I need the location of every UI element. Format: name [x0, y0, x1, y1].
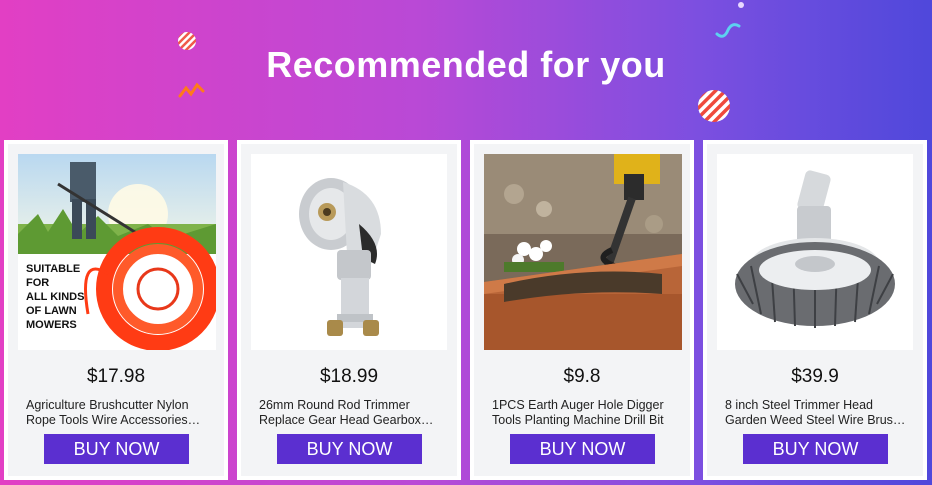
product-card-body: $39.9 8 inch Steel Trimmer Head Garden W… — [707, 144, 923, 476]
product-card[interactable]: $9.8 1PCS Earth Auger Hole Digger Tools … — [470, 140, 694, 480]
product-title[interactable]: 1PCS Earth Auger Hole Digger Tools Plant… — [492, 398, 674, 428]
confetti-dot-icon — [738, 2, 744, 8]
banner-title: Recommended for you — [266, 44, 666, 85]
buy-now-button[interactable]: BUY NOW — [44, 434, 189, 464]
product-image-gear-head[interactable] — [251, 154, 447, 350]
product-image-trimmer-line[interactable]: SUITABLE FOR ALL KINDS OF LAWN MOWERS — [18, 154, 216, 350]
svg-text:ALL KINDS: ALL KINDS — [26, 291, 84, 303]
product-price: $39.9 — [791, 366, 839, 387]
svg-text:SUITABLE: SUITABLE — [26, 263, 80, 275]
buy-now-button[interactable]: BUY NOW — [277, 434, 422, 464]
product-image-wire-brush[interactable] — [717, 154, 913, 350]
product-card-body: $18.99 26mm Round Rod Trimmer Replace Ge… — [241, 144, 457, 476]
product-price: $18.99 — [319, 366, 379, 387]
product-title[interactable]: 8 inch Steel Trimmer Head Garden Weed St… — [725, 398, 907, 428]
product-card[interactable]: SUITABLE FOR ALL KINDS OF LAWN MOWERS $1… — [4, 140, 228, 480]
product-card-body: SUITABLE FOR ALL KINDS OF LAWN MOWERS $1… — [8, 144, 224, 476]
buy-now-button[interactable]: BUY NOW — [510, 434, 655, 464]
product-price: $9.8 — [563, 366, 601, 387]
svg-text:FOR: FOR — [26, 277, 49, 289]
svg-text:OF LAWN: OF LAWN — [26, 305, 77, 317]
product-list: SUITABLE FOR ALL KINDS OF LAWN MOWERS $1… — [4, 140, 928, 480]
svg-text:MOWERS: MOWERS — [26, 319, 77, 331]
striped-balloon-icon — [698, 90, 730, 122]
product-image-earth-auger[interactable] — [484, 154, 682, 350]
product-card-body: $9.8 1PCS Earth Auger Hole Digger Tools … — [474, 144, 690, 476]
product-card[interactable]: $39.9 8 inch Steel Trimmer Head Garden W… — [703, 140, 927, 480]
confetti-ribbon-icon — [715, 23, 741, 38]
product-title[interactable]: 26mm Round Rod Trimmer Replace Gear Head… — [259, 398, 441, 428]
product-card[interactable]: $18.99 26mm Round Rod Trimmer Replace Ge… — [237, 140, 461, 480]
product-price: $17.98 — [86, 366, 146, 387]
buy-now-button[interactable]: BUY NOW — [743, 434, 888, 464]
product-title[interactable]: Agriculture Brushcutter Nylon Rope Tools… — [26, 398, 208, 428]
